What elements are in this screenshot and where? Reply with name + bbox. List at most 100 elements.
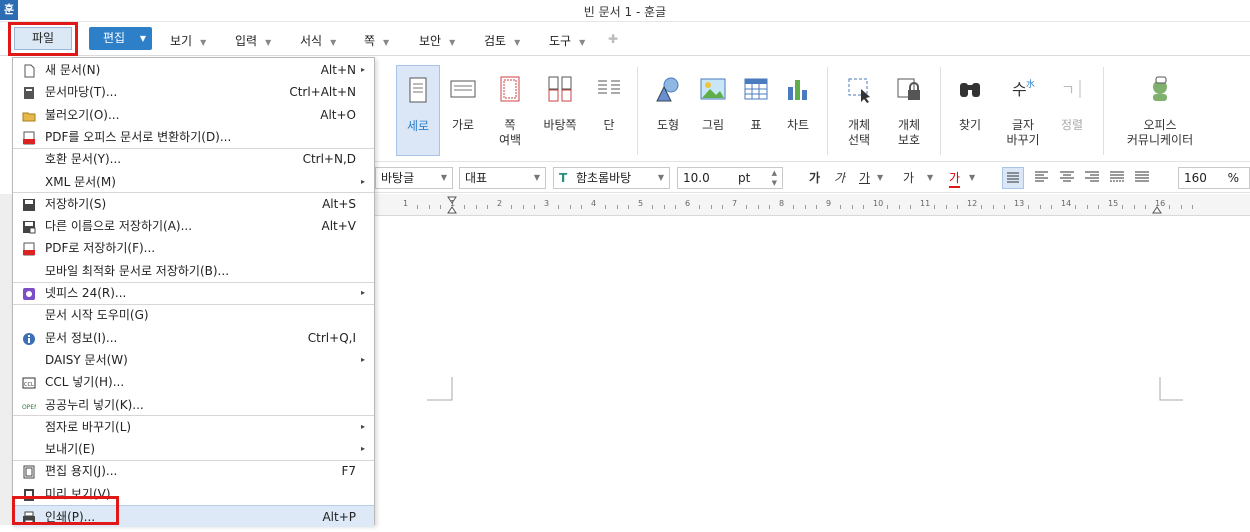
file-menu-item[interactable]: DAISY 문서(W) ▸ [13,349,374,371]
file-menu-item[interactable]: 다른 이름으로 저장하기(A)... Alt+V [13,215,374,237]
strike-button[interactable]: 가 [903,169,914,186]
menu-insert[interactable]: 입력 ▼ [235,32,271,49]
ruler-tick [945,205,947,209]
file-menu-item[interactable]: 모바일 최적화 문서로 저장하기(B)... [13,260,374,282]
page-setup-icon [22,464,36,479]
ruler-tick [757,205,759,209]
file-menu-item[interactable]: OPEN 공공누리 넣기(K)... [13,394,374,416]
ruler-tick [534,205,536,209]
file-menu-item[interactable]: PDF로 저장하기(F)... [13,237,374,259]
office-communicator-button[interactable]: 오피스 커뮤니케이터 [1115,75,1205,148]
file-menu-item[interactable]: PDF를 오피스 문서로 변환하기(D)... [13,126,374,148]
landscape-page-icon [450,80,476,98]
file-menu-item-label: 모바일 최적화 문서로 저장하기(B)... [45,263,230,278]
file-menu-item[interactable]: 문서 시작 도우미(G) [13,304,374,326]
file-menu-item[interactable]: 불러오기(O)... Alt+O [13,104,374,126]
align-center-button[interactable] [1057,167,1077,190]
chart-button[interactable]: 차트 [780,75,816,133]
shortcut-label: Alt+O [320,107,356,122]
ruler-tick [851,205,853,209]
file-menu-item[interactable]: 넷피스 24(R)... ▸ [13,282,374,304]
style-select[interactable]: 바탕글 ▼ [375,167,453,189]
landscape-button[interactable]: 가로 [445,75,481,133]
save-as-icon [22,219,36,234]
shape-button[interactable]: 도형 [650,75,686,133]
ruler-tick [1074,205,1076,209]
picture-button[interactable]: 그림 [695,75,731,133]
file-menu-item[interactable]: 새 문서(N) Alt+N ▸ [13,59,374,81]
object-select-button[interactable]: 개체 선택 [839,75,879,148]
font-size-input[interactable]: 10.0 pt ▲ ▼ [677,167,783,189]
ruler-tick [769,205,771,209]
ruler-number: 14 [1061,199,1072,208]
svg-text:CCL: CCL [24,382,34,388]
template-icon [22,85,36,100]
open-folder-icon [22,108,36,122]
document-canvas[interactable] [375,217,1250,525]
table-button[interactable]: 표 [738,75,774,133]
file-menu-item[interactable]: XML 문서(M) ▸ [13,171,374,193]
bold-button[interactable]: 가 [809,169,820,186]
file-menu-item-label: 공공누리 넣기(K)... [45,397,144,412]
file-menu-item[interactable]: CCL CCL 넣기(H)... [13,371,374,393]
menu-format[interactable]: 서식 ▼ [300,32,336,49]
ruler-tick [722,205,724,209]
ruler-number: 1 [450,199,456,208]
menu-security[interactable]: 보안 ▼ [419,32,455,49]
chevron-down-icon: ▼ [265,38,272,47]
font-color-button[interactable]: 가 [949,169,961,188]
menu-file[interactable]: 파일 [14,27,72,50]
menu-edit[interactable]: 편집 ▼ [89,27,152,50]
align-left-button[interactable] [1032,167,1052,190]
ruler-tick [1039,205,1041,209]
menu-view[interactable]: 보기 ▼ [170,32,206,49]
file-menu-item[interactable]: 편집 용지(J)... F7 [13,460,374,482]
file-menu-dropdown: 새 문서(N) Alt+N ▸ 문서마당(T)... Ctrl+Alt+N 불러오기(O)… [12,57,375,527]
replace-button[interactable]: 수水 글자 바꾸기 [1002,75,1044,148]
menu-page[interactable]: 쪽 ▼ [364,32,389,49]
italic-button[interactable]: 가 [834,169,845,186]
master-page-button[interactable]: 바탕쪽 [540,75,580,133]
file-menu-item-label: PDF를 오피스 문서로 변환하기(D)... [45,129,232,144]
align-right-button[interactable] [1082,167,1102,190]
file-menu-item[interactable]: 미리 보기(V) [13,483,374,505]
distribute-button[interactable] [1107,167,1127,190]
portrait-button[interactable]: 세로 [396,65,440,156]
ruler-tick [1027,205,1029,209]
column-button[interactable]: 단 [591,75,627,133]
file-menu-item[interactable]: 문서 정보(I)... Ctrl+Q,I [13,327,374,349]
menu-review[interactable]: 검토 ▼ [484,32,520,49]
ruler-tick [910,205,912,209]
chevron-down-icon[interactable]: ▼ [969,173,975,182]
file-menu-item[interactable]: 인쇄(P)... Alt+P [13,505,374,527]
file-menu-item-label: 문서마당(T)... [45,85,118,100]
chevron-down-icon[interactable]: ▼ [927,173,933,182]
find-button[interactable]: 찾기 [952,75,988,133]
shortcut-label: Alt+S [322,196,356,211]
chevron-down-icon[interactable]: ▼ [877,173,883,182]
zoom-input[interactable]: 160% [1178,167,1250,189]
ruler-number: 2 [497,199,503,208]
menu-tools[interactable]: 도구 ▼ [549,32,585,49]
language-select[interactable]: 대표 ▼ [459,167,546,189]
file-menu-item[interactable]: 문서마당(T)... Ctrl+Alt+N [13,81,374,103]
underline-button[interactable]: 가 [859,169,870,186]
file-menu-item[interactable]: 보내기(E) ▸ [13,438,374,460]
replace-icon: 수水 [1012,78,1035,99]
ruler-tick [839,205,841,209]
align-justify-button[interactable] [1002,167,1024,189]
ruler-tick [957,205,959,209]
puzzle-icon[interactable]: ✚ [608,32,618,46]
sort-button[interactable]: ㄱ 정렬 [1054,75,1090,133]
ruler-tick [1086,205,1088,209]
file-menu-item-label: 점자로 바꾸기(L) [45,419,132,434]
file-menu-item[interactable]: 점자로 바꾸기(L) ▸ [13,416,374,438]
file-menu-item[interactable]: 호환 문서(Y)... Ctrl+N,D [13,148,374,170]
ruler-number: 3 [544,199,550,208]
file-menu-item[interactable]: 저장하기(S) Alt+S [13,193,374,215]
split-button[interactable] [1132,167,1152,190]
horizontal-ruler[interactable]: 1 1 2 3 4 5 6 7 8 9 10 11 12 13 14 15 16 [375,194,1250,216]
page-margin-button[interactable]: 쪽 여백 [490,75,530,148]
object-protect-button[interactable]: 개체 보호 [889,75,929,148]
font-select[interactable]: T 함초롬바탕 ▼ [553,167,670,189]
